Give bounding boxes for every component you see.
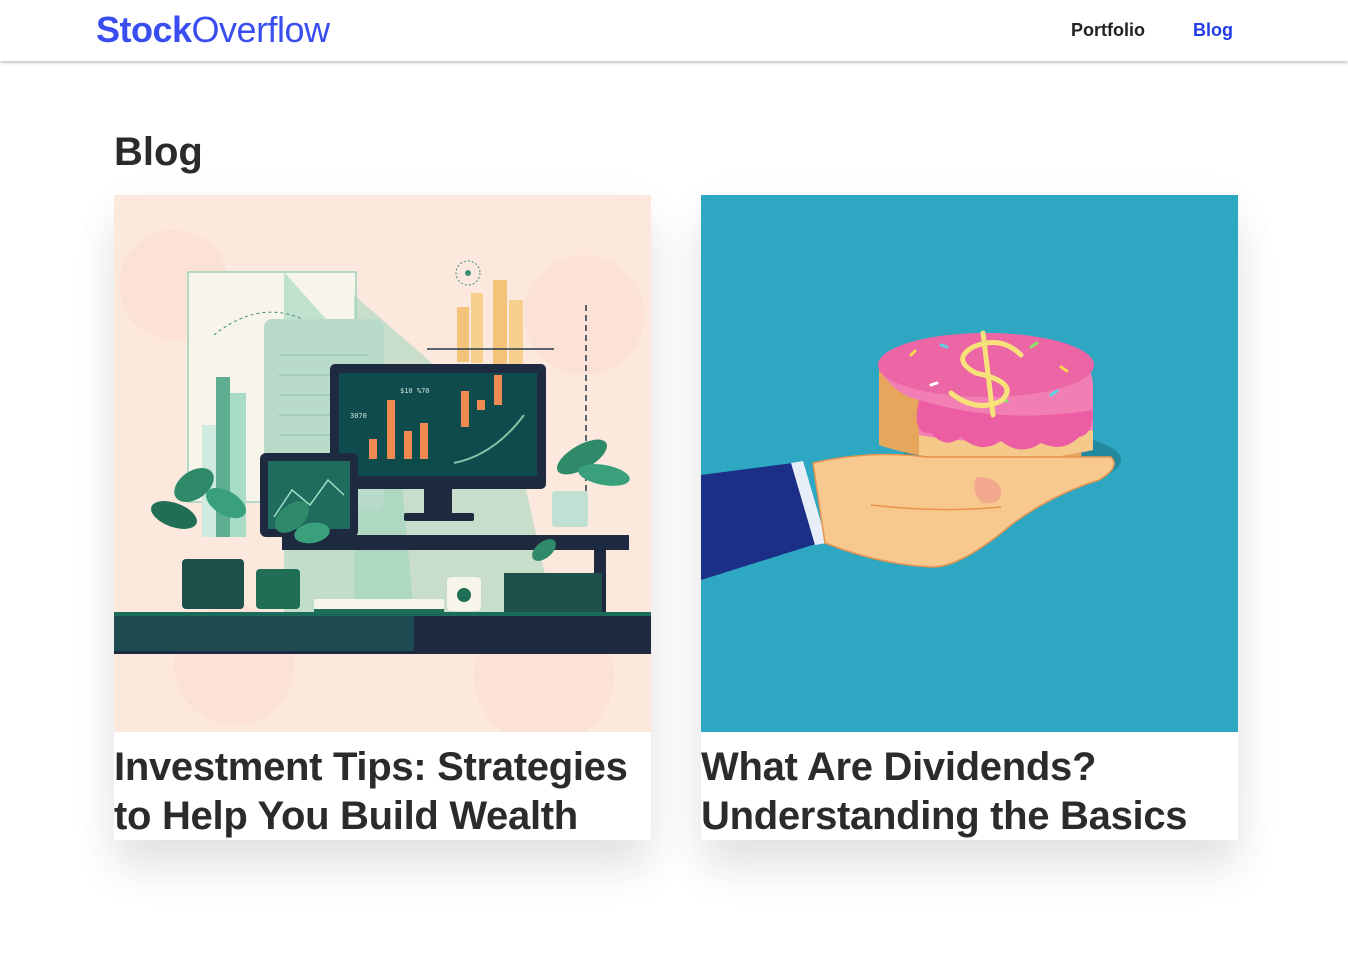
navbar: StockOverflow Portfolio Blog — [0, 0, 1348, 61]
screen-label-top: $10 %70 — [400, 387, 430, 395]
blog-post-card-investment-tips[interactable]: $10 %70 3070 Investment Tips: Strategies… — [114, 195, 651, 840]
blog-post-title: Investment Tips: Strategies to Help You … — [114, 745, 628, 838]
investment-desk-illustration: $10 %70 3070 — [114, 195, 651, 732]
blog-post-card-dividends[interactable]: What Are Dividends? Understanding the Ba… — [701, 195, 1238, 840]
dividends-cake-illustration — [701, 195, 1238, 732]
nav-link-portfolio[interactable]: Portfolio — [1071, 19, 1145, 41]
brand-name-bold: Stock — [96, 9, 192, 50]
page-title: Blog — [114, 130, 203, 174]
blog-post-title: What Are Dividends? Understanding the Ba… — [701, 745, 1188, 838]
brand-name-light: Overflow — [191, 9, 331, 50]
brand-logo[interactable]: StockOverflow — [96, 10, 330, 50]
nav-link-blog[interactable]: Blog — [1193, 19, 1233, 41]
screen-label-left: 3070 — [350, 412, 367, 420]
